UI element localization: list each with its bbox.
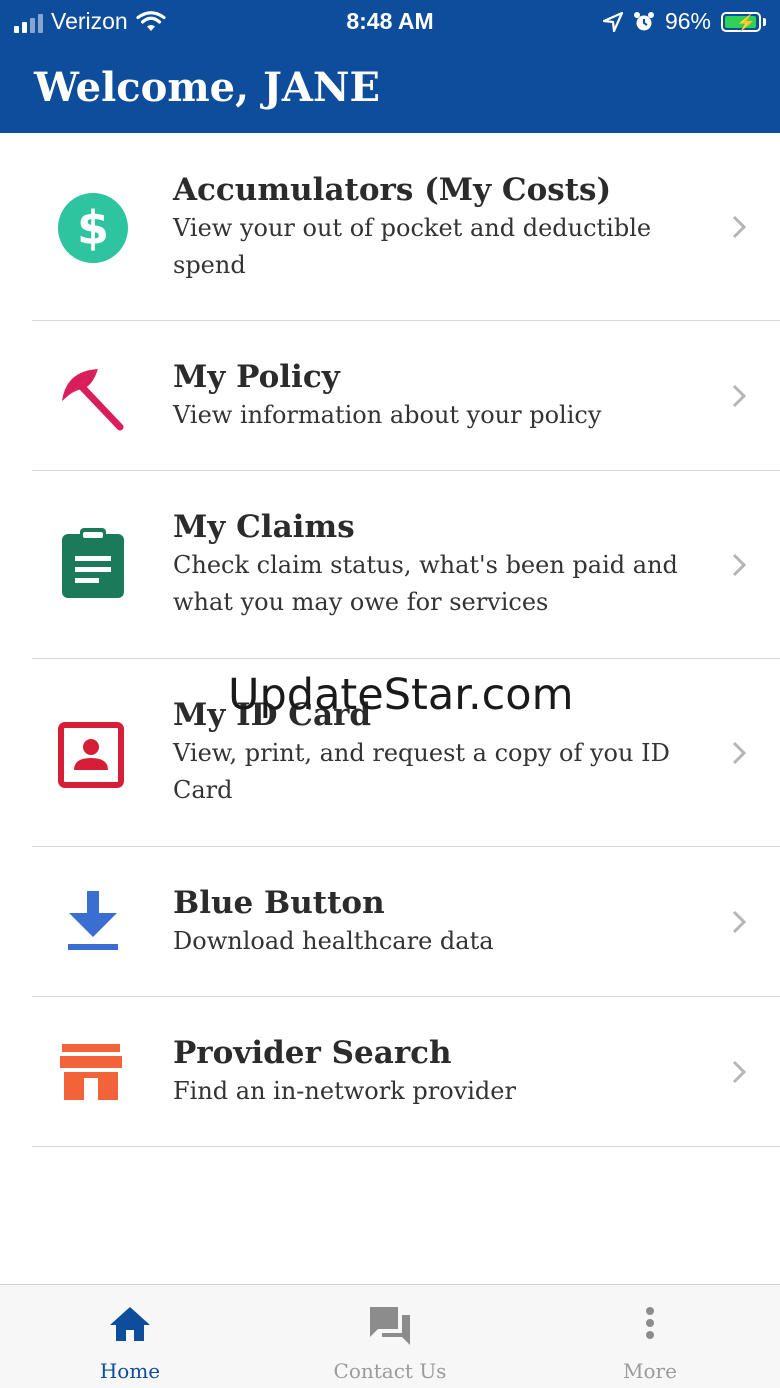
- tab-contact-us[interactable]: Contact Us: [260, 1285, 520, 1388]
- header-bar: Welcome, JANE: [0, 44, 780, 133]
- download-icon: [58, 889, 128, 959]
- tab-label: More: [623, 1359, 677, 1383]
- menu-item-description: Find an in-network provider: [173, 1077, 516, 1105]
- chevron-right-icon: [732, 910, 747, 938]
- chevron-right-icon: [732, 741, 747, 769]
- menu-item-description: Download healthcare data: [173, 927, 494, 955]
- status-bar: Verizon 8:48 AM 96% ⚡: [0, 0, 780, 44]
- menu-item-my-policy[interactable]: My Policy View information about your po…: [32, 321, 780, 471]
- menu-item-description: View, print, and request a copy of you I…: [173, 739, 670, 804]
- menu-item-accumulators[interactable]: $ Accumulators (My Costs) View your out …: [32, 133, 780, 321]
- more-vertical-icon: [520, 1305, 780, 1341]
- menu-item-description: View your out of pocket and deductible s…: [173, 214, 652, 279]
- tab-home[interactable]: Home: [0, 1285, 260, 1388]
- menu-item-blue-button[interactable]: Blue Button Download healthcare data: [32, 847, 780, 997]
- tab-bar: Home Contact Us More: [0, 1284, 780, 1388]
- menu-item-title: Blue Button: [173, 885, 385, 921]
- storefront-icon: [58, 1042, 124, 1106]
- watermark-text: UpdateStar.com: [228, 670, 574, 720]
- tab-label: Home: [99, 1359, 161, 1383]
- id-card-icon: [58, 722, 124, 792]
- menu-item-description: View information about your policy: [173, 401, 602, 429]
- tab-more[interactable]: More: [520, 1285, 780, 1388]
- chevron-right-icon: [732, 1060, 747, 1088]
- menu-item-title: Provider Search: [173, 1035, 452, 1071]
- chevron-right-icon: [732, 384, 747, 412]
- chevron-right-icon: [732, 215, 747, 243]
- menu-item-my-claims[interactable]: My Claims Check claim status, what's bee…: [32, 471, 780, 659]
- alarm-icon: [633, 11, 654, 30]
- dollar-icon: $: [58, 193, 128, 267]
- svg-text:$: $: [77, 201, 109, 255]
- status-right: 96% ⚡: [602, 8, 766, 35]
- menu-list: $ Accumulators (My Costs) View your out …: [0, 133, 780, 1147]
- umbrella-icon: [58, 365, 128, 439]
- battery-icon: ⚡: [721, 11, 761, 32]
- battery-tip: [763, 17, 766, 26]
- chevron-right-icon: [732, 553, 747, 581]
- page-title: Welcome, JANE: [34, 64, 380, 111]
- clipboard-icon: [58, 526, 128, 604]
- menu-item-title: My Policy: [173, 359, 340, 395]
- menu-item-provider-search[interactable]: Provider Search Find an in-network provi…: [32, 997, 780, 1147]
- menu-item-title: My Claims: [173, 509, 355, 545]
- chat-icon: [260, 1305, 520, 1347]
- battery-percent: 96%: [664, 8, 711, 34]
- menu-item-description: Check claim status, what's been paid and…: [173, 551, 678, 616]
- home-icon: [0, 1305, 260, 1343]
- tab-label: Contact Us: [333, 1359, 447, 1383]
- location-icon: [602, 11, 623, 32]
- menu-item-title: Accumulators (My Costs): [173, 172, 612, 208]
